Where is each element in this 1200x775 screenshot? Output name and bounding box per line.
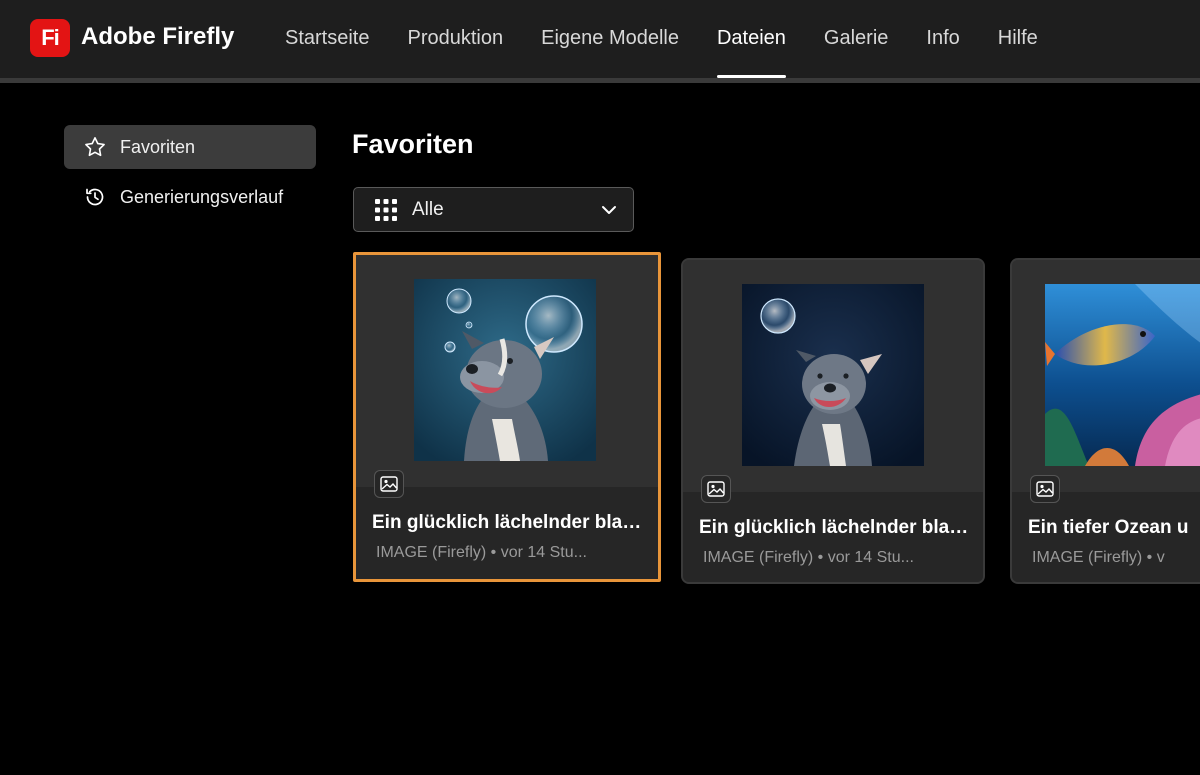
image-type-icon [1030, 475, 1060, 503]
grid-icon [374, 198, 398, 222]
sidebar-item-label: Favoriten [120, 136, 196, 157]
image-card[interactable]: Ein glücklich lächelnder blau... IMAGE (… [353, 252, 661, 582]
dog-bubbles-thumbnail [414, 279, 596, 461]
sidebar-item-label: Generierungsverlauf [120, 186, 284, 207]
top-bar: Fi Adobe Firefly Startseite Produktion E… [0, 0, 1200, 78]
sidebar-item-favoriten[interactable]: Favoriten [64, 125, 316, 169]
chevron-down-icon [599, 200, 619, 220]
topbar-divider [0, 78, 1200, 83]
ocean-fish-thumbnail [1045, 284, 1200, 466]
image-card[interactable]: Ein tiefer Ozean u IMAGE (Firefly) • v [1010, 258, 1200, 584]
firefly-logo[interactable]: Fi [30, 19, 70, 57]
image-type-icon [374, 470, 404, 498]
main-nav: Startseite Produktion Eigene Modelle Dat… [285, 0, 1076, 78]
card-title: Ein glücklich lächelnder blau... [699, 517, 969, 538]
card-title: Ein glücklich lächelnder blau... [372, 512, 642, 533]
card-title: Ein tiefer Ozean u [1028, 517, 1189, 538]
card-subtitle: IMAGE (Firefly) • vor 14 Stu... [376, 544, 587, 561]
filter-label: Alle [412, 198, 444, 220]
history-icon [82, 184, 108, 210]
nav-produktion[interactable]: Produktion [407, 0, 503, 78]
brand-name[interactable]: Adobe Firefly [81, 22, 234, 52]
filter-dropdown[interactable]: Alle [353, 187, 634, 232]
nav-dateien[interactable]: Dateien [716, 0, 786, 78]
card-subtitle: IMAGE (Firefly) • vor 14 Stu... [703, 549, 914, 566]
page-title: Favoriten [352, 129, 474, 159]
nav-info[interactable]: Info [926, 0, 959, 78]
nav-eigene-modelle[interactable]: Eigene Modelle [541, 0, 679, 78]
dog-bubble-thumbnail [742, 284, 924, 466]
star-icon [82, 134, 108, 160]
logo-text: Fi [41, 25, 60, 50]
sidebar-item-generierungsverlauf[interactable]: Generierungsverlauf [64, 175, 316, 219]
nav-hilfe[interactable]: Hilfe [998, 0, 1038, 78]
card-subtitle: IMAGE (Firefly) • v [1032, 549, 1165, 566]
nav-startseite[interactable]: Startseite [285, 0, 369, 78]
image-type-icon [701, 475, 731, 503]
nav-galerie[interactable]: Galerie [824, 0, 888, 78]
image-card[interactable]: Ein glücklich lächelnder blau... IMAGE (… [681, 258, 985, 584]
